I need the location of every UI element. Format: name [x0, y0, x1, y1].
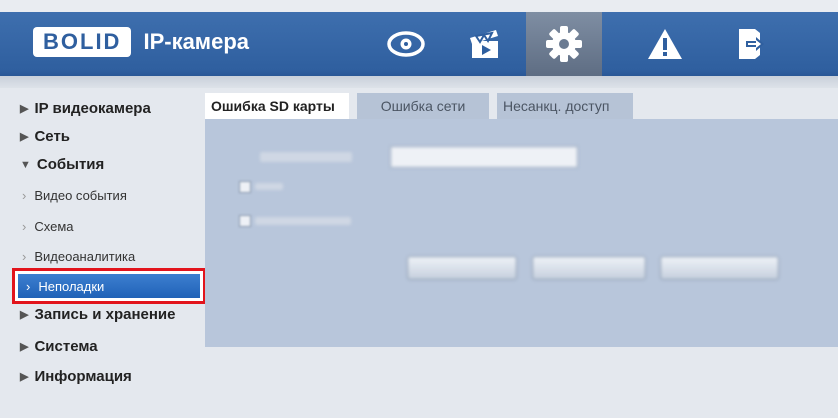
sidebar-item-label: IP видеокамера [34, 100, 151, 117]
triangle-right-icon: ▶ [20, 309, 29, 321]
selected-item-highlight: › Неполадки [18, 274, 200, 298]
clapperboard-icon [470, 30, 498, 58]
sidebar-subitem-video-events[interactable]: › Видео события [22, 188, 127, 203]
sidebar-subitem-label: Схема [34, 219, 74, 234]
triangle-down-icon: ▼ [20, 158, 31, 171]
blurred-label [260, 152, 352, 162]
sidebar-item-system[interactable]: ▶ Система [20, 338, 98, 355]
warning-icon [648, 29, 682, 59]
eye-icon [387, 31, 425, 57]
sidebar-subitem-label: Видео события [34, 188, 127, 203]
blurred-checkbox-label [255, 217, 351, 225]
settings-button[interactable] [526, 12, 602, 76]
settings-panel [205, 119, 838, 347]
top-navigation-bar: BOLID IP-камера [0, 0, 838, 88]
blurred-dropdown[interactable] [390, 146, 578, 168]
sidebar-item-label: Запись и хранение [34, 306, 176, 323]
sidebar-subitem-label: Видеоаналитика [34, 249, 136, 264]
playback-button[interactable] [447, 12, 523, 76]
alarm-button[interactable] [627, 12, 703, 76]
triangle-right-icon: ▶ [20, 103, 29, 115]
blurred-button[interactable] [407, 256, 517, 280]
blurred-checkbox[interactable] [239, 215, 251, 227]
blurred-checkbox-label [255, 183, 283, 190]
sidebar-item-label: Информация [34, 368, 132, 385]
sidebar-item-events[interactable]: ▼ События [20, 156, 104, 173]
sidebar-item-ip-camera[interactable]: ▶ IP видеокамера [20, 100, 151, 117]
sidebar-subitem-faults[interactable]: › Неполадки [12, 268, 206, 304]
live-view-button[interactable] [368, 12, 444, 76]
logout-button[interactable] [713, 12, 789, 76]
tab-sd-card-error[interactable]: Ошибка SD карты [205, 93, 349, 119]
sidebar-item-label: События [36, 156, 105, 173]
sidebar-item-network[interactable]: ▶ Сеть [20, 128, 70, 145]
app-title: IP-камера [143, 29, 249, 54]
chevron-right-icon: › [22, 249, 27, 264]
logo: BOLID IP-камера [33, 26, 249, 58]
tab-unauthorized-access[interactable]: Несанкц. доступ [497, 93, 633, 119]
blurred-button[interactable] [532, 256, 646, 280]
chevron-right-icon: › [26, 278, 31, 294]
sidebar-subitem-label: Неполадки [38, 278, 105, 294]
gear-icon [546, 26, 582, 62]
triangle-right-icon: ▶ [20, 131, 29, 143]
blurred-checkbox[interactable] [239, 181, 251, 193]
sidebar-item-label: Сеть [34, 128, 71, 145]
chevron-right-icon: › [22, 219, 27, 234]
sidebar-item-information[interactable]: ▶ Информация [20, 368, 132, 385]
logout-icon [739, 29, 764, 59]
triangle-right-icon: ▶ [20, 371, 29, 383]
sidebar-subitem-video-analytics[interactable]: › Видеоаналитика [22, 249, 135, 264]
brand-logo: BOLID [33, 27, 132, 57]
sidebar-item-label: Система [34, 338, 98, 355]
chevron-right-icon: › [22, 188, 27, 203]
sidebar-item-recording-storage[interactable]: ▶ Запись и хранение [20, 306, 175, 323]
triangle-right-icon: ▶ [20, 341, 29, 353]
blurred-button[interactable] [660, 256, 779, 280]
tab-network-error[interactable]: Ошибка сети [357, 93, 489, 119]
sidebar-subitem-scheme[interactable]: › Схема [22, 219, 73, 234]
